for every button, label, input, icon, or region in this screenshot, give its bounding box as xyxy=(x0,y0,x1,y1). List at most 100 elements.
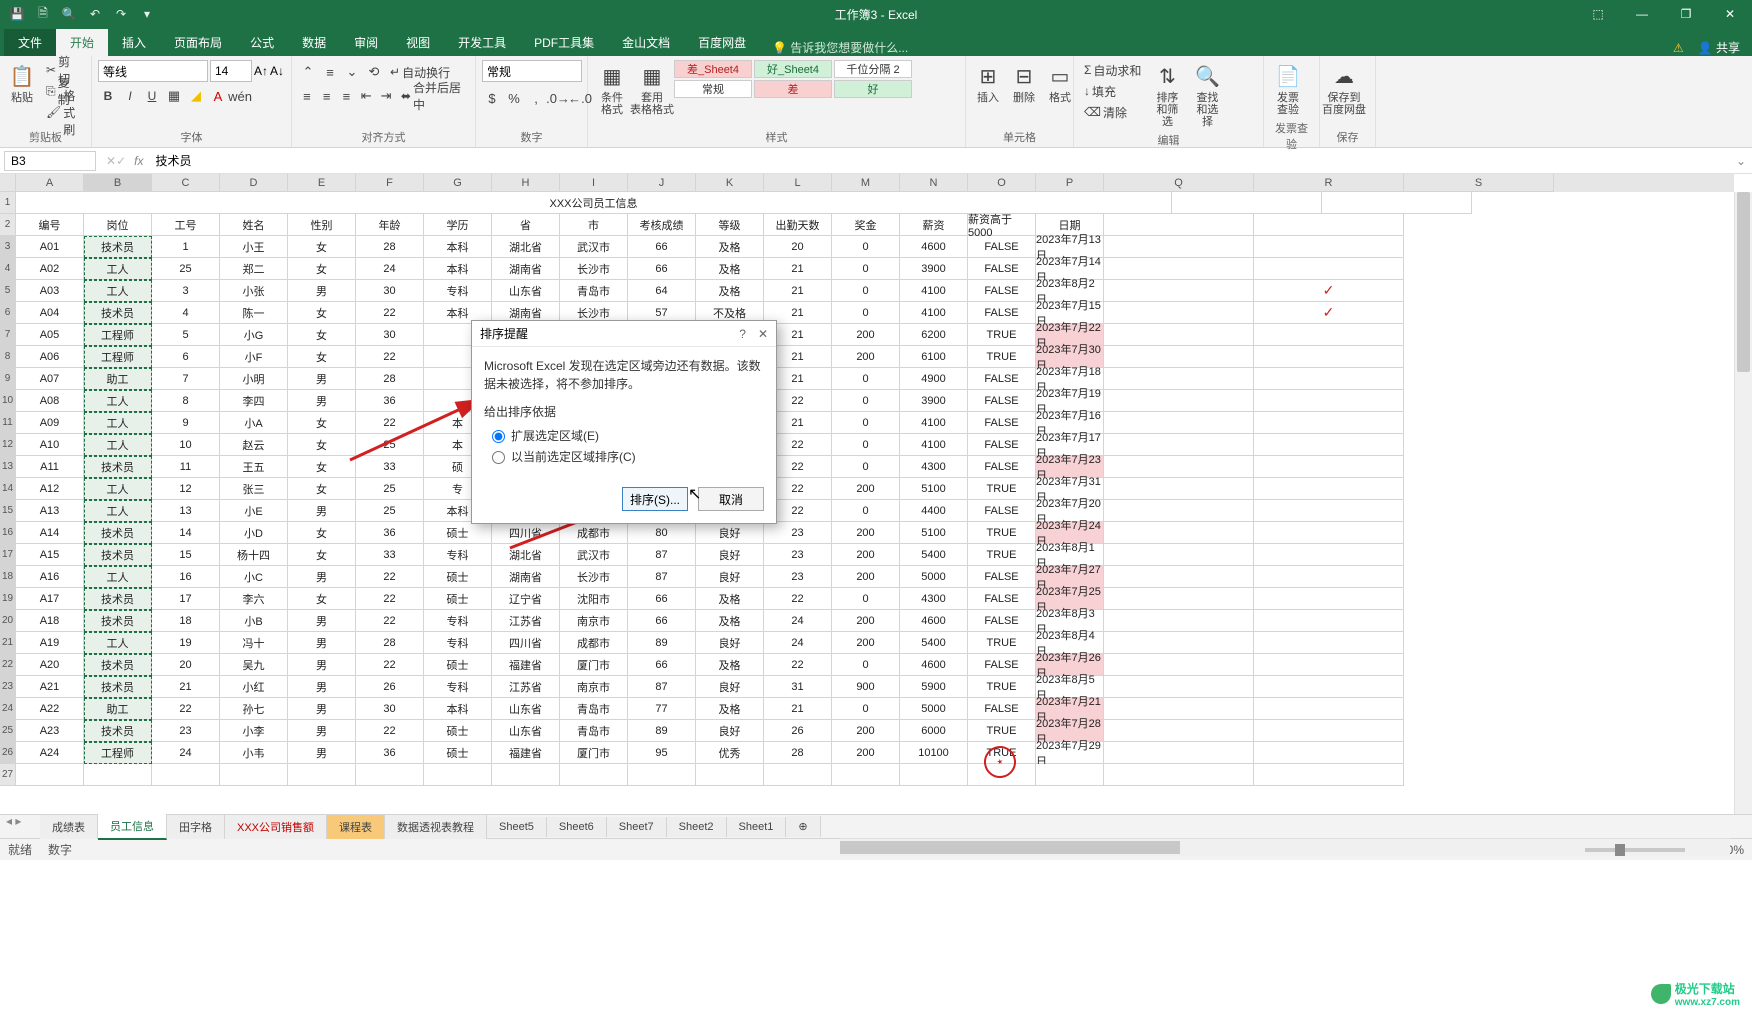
data-cell[interactable]: 小G xyxy=(220,324,288,346)
sheet-nav-arrows[interactable]: ◂ ▸ xyxy=(6,814,21,828)
data-cell[interactable]: 28 xyxy=(356,236,424,258)
data-cell[interactable]: 女 xyxy=(288,434,356,456)
horizontal-scroll-thumb[interactable] xyxy=(840,841,1180,854)
data-cell[interactable]: 工人 xyxy=(84,390,152,412)
row-header[interactable]: 22 xyxy=(0,654,16,676)
data-cell[interactable]: 33 xyxy=(356,456,424,478)
data-cell[interactable]: 小A xyxy=(220,412,288,434)
data-cell[interactable]: 3 xyxy=(152,280,220,302)
percent-icon[interactable]: % xyxy=(504,88,524,108)
data-cell[interactable]: 武汉市 xyxy=(560,236,628,258)
data-cell[interactable]: 山东省 xyxy=(492,720,560,742)
header-cell[interactable]: 岗位 xyxy=(84,214,152,236)
data-cell[interactable]: A17 xyxy=(16,588,84,610)
data-cell[interactable]: 0 xyxy=(832,258,900,280)
data-cell[interactable]: 31 xyxy=(764,676,832,698)
data-cell[interactable]: 硕士 xyxy=(424,588,492,610)
data-cell[interactable]: 10100 xyxy=(900,742,968,764)
data-cell[interactable]: 12 xyxy=(152,478,220,500)
data-cell[interactable]: 硕士 xyxy=(424,566,492,588)
data-cell[interactable]: 18 xyxy=(152,610,220,632)
column-header[interactable]: F xyxy=(356,174,424,192)
data-cell[interactable]: 技术员 xyxy=(84,720,152,742)
data-cell[interactable]: 青岛市 xyxy=(560,280,628,302)
data-cell[interactable]: 95 xyxy=(628,742,696,764)
data-cell[interactable]: 25 xyxy=(356,500,424,522)
data-cell[interactable]: 硕士 xyxy=(424,720,492,742)
sheet-tab[interactable]: Sheet7 xyxy=(607,817,667,837)
data-cell[interactable]: 23 xyxy=(152,720,220,742)
sheet-tab[interactable]: Sheet6 xyxy=(547,817,607,837)
header-cell[interactable]: 出勤天数 xyxy=(764,214,832,236)
row-header[interactable]: 17 xyxy=(0,544,16,566)
data-cell[interactable]: A14 xyxy=(16,522,84,544)
data-cell[interactable]: 及格 xyxy=(696,236,764,258)
row-header[interactable]: 15 xyxy=(0,500,16,522)
indent-dec-icon[interactable]: ⇤ xyxy=(357,86,375,106)
data-cell[interactable] xyxy=(1104,654,1254,676)
data-cell[interactable] xyxy=(1254,566,1404,588)
tab-home[interactable]: 开始 xyxy=(56,29,108,56)
column-header[interactable]: J xyxy=(628,174,696,192)
data-cell[interactable]: 工人 xyxy=(84,258,152,280)
data-cell[interactable]: 21 xyxy=(764,280,832,302)
row-header[interactable]: 8 xyxy=(0,346,16,368)
data-cell[interactable]: 22 xyxy=(356,346,424,368)
qat-dropdown-icon[interactable]: ▾ xyxy=(138,5,156,23)
data-cell[interactable]: 4400 xyxy=(900,500,968,522)
data-cell[interactable] xyxy=(1104,522,1254,544)
data-cell[interactable]: A08 xyxy=(16,390,84,412)
style-normal[interactable]: 常规 xyxy=(674,80,752,98)
data-cell[interactable]: 24 xyxy=(764,610,832,632)
data-cell[interactable]: 专科 xyxy=(424,280,492,302)
data-cell[interactable]: 湖北省 xyxy=(492,236,560,258)
data-cell[interactable]: 24 xyxy=(152,742,220,764)
column-header[interactable]: B xyxy=(84,174,152,192)
header-cell[interactable]: 市 xyxy=(560,214,628,236)
sheet-tab[interactable]: 员工信息 xyxy=(98,814,167,840)
tell-me-box[interactable]: 💡告诉我您想要做什么... xyxy=(772,39,908,56)
data-cell[interactable]: 30 xyxy=(356,698,424,720)
data-cell[interactable]: 6100 xyxy=(900,346,968,368)
row-header[interactable]: 20 xyxy=(0,610,16,632)
tab-pdf[interactable]: PDF工具集 xyxy=(520,29,608,56)
data-cell[interactable]: 0 xyxy=(832,368,900,390)
data-cell[interactable]: 36 xyxy=(356,742,424,764)
sheet-tab[interactable]: XXX公司销售额 xyxy=(225,815,327,839)
comma-icon[interactable]: , xyxy=(526,88,546,108)
data-cell[interactable]: 28 xyxy=(764,742,832,764)
data-cell[interactable]: 男 xyxy=(288,654,356,676)
sheet-tab[interactable]: 数据透视表教程 xyxy=(385,815,487,839)
sheet-tab[interactable]: Sheet2 xyxy=(667,817,727,837)
data-cell[interactable]: 四川省 xyxy=(492,632,560,654)
italic-icon[interactable]: I xyxy=(120,86,140,106)
data-cell[interactable]: 本科 xyxy=(424,258,492,280)
data-cell[interactable] xyxy=(1104,610,1254,632)
data-cell[interactable] xyxy=(1254,324,1404,346)
data-cell[interactable]: 200 xyxy=(832,346,900,368)
data-cell[interactable]: A22 xyxy=(16,698,84,720)
data-cell[interactable]: 7 xyxy=(152,368,220,390)
data-cell[interactable] xyxy=(1104,500,1254,522)
font-size-select[interactable] xyxy=(210,60,252,82)
data-cell[interactable]: 0 xyxy=(832,698,900,720)
data-cell[interactable]: 22 xyxy=(764,588,832,610)
dialog-cancel-button[interactable]: 取消 xyxy=(698,487,764,511)
tab-file[interactable]: 文件 xyxy=(4,29,56,56)
row-header[interactable]: 2 xyxy=(0,214,16,236)
redo-icon[interactable]: ↷ xyxy=(112,5,130,23)
cancel-formula-icon[interactable]: ✕ xyxy=(106,154,116,168)
align-mid-icon[interactable]: ≡ xyxy=(320,62,340,82)
data-cell[interactable]: A12 xyxy=(16,478,84,500)
data-cell[interactable]: 及格 xyxy=(696,280,764,302)
data-cell[interactable]: 小B xyxy=(220,610,288,632)
data-cell[interactable]: A01 xyxy=(16,236,84,258)
data-cell[interactable] xyxy=(1254,390,1404,412)
name-box[interactable] xyxy=(4,151,96,171)
row-header[interactable]: 24 xyxy=(0,698,16,720)
data-cell[interactable]: 工程师 xyxy=(84,346,152,368)
data-cell[interactable] xyxy=(1254,742,1404,764)
data-cell[interactable]: 湖南省 xyxy=(492,258,560,280)
fill-color-icon[interactable]: ◢ xyxy=(186,86,206,106)
data-cell[interactable]: 男 xyxy=(288,676,356,698)
